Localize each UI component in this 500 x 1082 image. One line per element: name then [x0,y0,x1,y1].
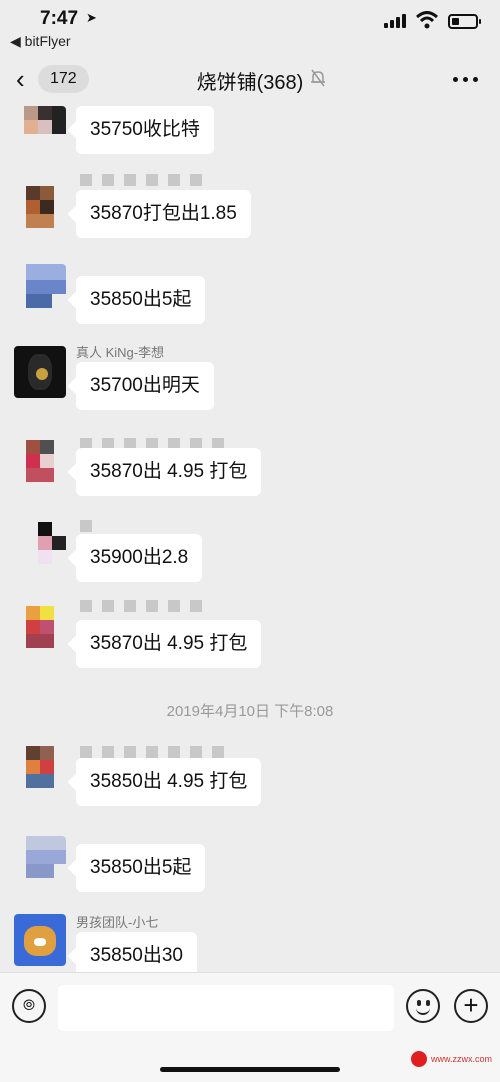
avatar[interactable] [14,746,66,798]
voice-icon[interactable]: ⦾ [12,989,46,1023]
watermark: www.zzwx.com [410,1051,492,1067]
signal-icon [384,14,406,28]
avatar[interactable] [14,522,66,574]
avatar[interactable] [14,606,66,658]
chat-title: 烧饼铺(368) [196,72,304,94]
message-bubble[interactable]: 35870打包出1.85 [76,190,251,238]
emoji-icon[interactable] [406,989,440,1023]
message-input[interactable] [58,985,394,1031]
message-bubble[interactable]: 35850出5起 [76,844,206,892]
message-bubble[interactable]: 35750收比特 [76,106,214,154]
message-timestamp: 2019年4月10日 下午8:08 [166,703,334,720]
message-bubble[interactable]: 35870出 4.95 打包 [76,448,262,496]
avatar[interactable] [14,186,66,238]
input-bar: ⦾ + www.zzwx.com [0,972,500,1082]
avatar[interactable] [14,836,66,888]
more-icon[interactable] [453,77,478,82]
message-list[interactable]: 35750收比特 35870打包出1.85 35850出5起 真人 KiNg-李… [0,106,500,972]
watermark-logo-icon [410,1051,427,1067]
chat-nav-bar: ‹ 172 烧饼铺(368) [0,56,500,106]
battery-icon [448,14,481,29]
status-time: 7:47 [40,8,79,29]
sender-name: 男孩团队-小七 [76,915,159,930]
plus-icon[interactable]: + [454,989,488,1023]
message-bubble[interactable]: 35850出30 [76,932,197,972]
message-bubble[interactable]: 35870出 4.95 打包 [76,620,262,668]
avatar[interactable] [14,346,66,398]
avatar[interactable] [14,440,66,492]
message-bubble[interactable]: 35700出明天 [76,362,214,410]
sender-name: 真人 KiNg-李想 [76,345,165,360]
mute-bell-icon [311,69,325,87]
home-indicator[interactable] [160,1067,340,1072]
avatar[interactable] [14,914,66,966]
message-bubble[interactable]: 35900出2.8 [76,534,203,582]
message-bubble[interactable]: 35850出5起 [76,276,206,324]
avatar[interactable] [14,106,66,158]
message-bubble[interactable]: 35850出 4.95 打包 [76,758,262,806]
avatar[interactable] [14,264,66,316]
location-arrow-icon: ➤ [86,10,97,25]
status-bar: 7:47 ➤ ◀ bitFlyer [0,0,500,56]
wifi-icon [416,11,438,29]
back-to-app-link[interactable]: ◀ bitFlyer [10,33,71,50]
